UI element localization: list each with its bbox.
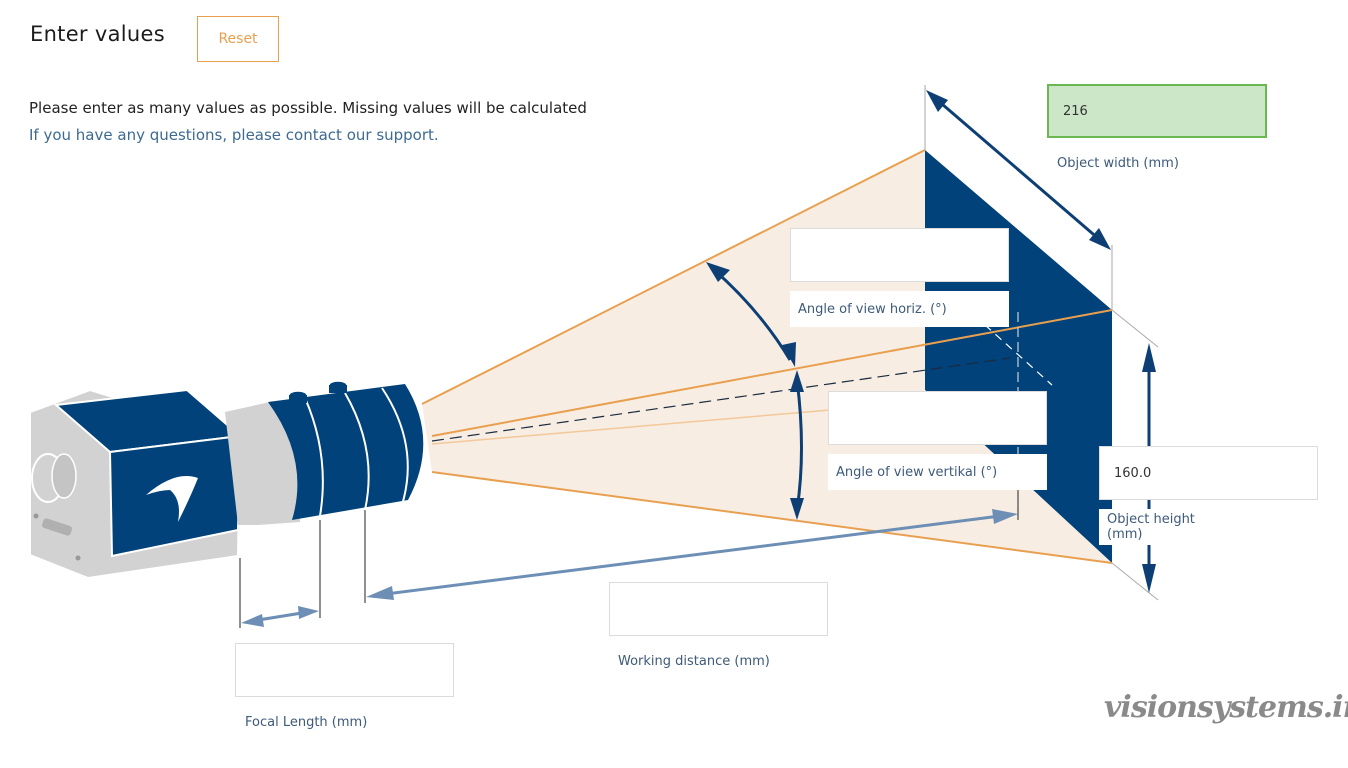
working-distance-label: Working distance (mm) [618,653,770,669]
page-title: Enter values [30,22,165,46]
reset-button[interactable]: Reset [197,16,279,62]
working-distance-input[interactable] [609,582,828,636]
angle-vertical-label: Angle of view vertikal (°) [828,454,1047,490]
support-link[interactable]: If you have any questions, please contac… [29,126,439,144]
object-height-label: Object height (mm) [1099,509,1219,545]
object-width-label: Object width (mm) [1057,155,1179,171]
focal-length-arrow [241,606,319,627]
camera-illustration [29,380,424,580]
angle-horizontal-input[interactable] [790,228,1009,282]
angle-horizontal-label: Angle of view horiz. (°) [790,291,1009,327]
focal-length-input[interactable] [235,643,454,697]
angle-vertical-input[interactable] [828,391,1047,445]
object-height-guide-top [1111,309,1159,348]
object-height-input[interactable] [1099,446,1318,500]
watermark: visionsystems.ir [1104,690,1348,725]
object-width-input[interactable] [1047,84,1267,138]
focal-length-label: Focal Length (mm) [245,714,368,730]
instructions-text: Please enter as many values as possible.… [29,99,587,117]
